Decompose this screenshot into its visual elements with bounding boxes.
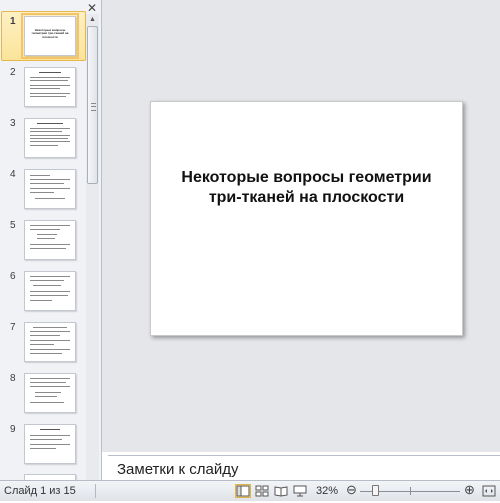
slide-number: 3 (10, 118, 16, 129)
slideshow-button[interactable] (292, 484, 308, 498)
slide-preview[interactable] (24, 67, 76, 107)
slide-thumbnail-9[interactable]: 9 (0, 424, 84, 468)
thumbnail-scrollbar[interactable]: ▲ (86, 14, 99, 480)
slideshow-icon (293, 485, 307, 497)
slide-thumbnail-8[interactable]: 8 (0, 373, 84, 417)
slide-preview[interactable] (24, 220, 76, 260)
slide-sorter-button[interactable] (254, 484, 270, 498)
slide-thumbnail-6[interactable]: 6 (0, 271, 84, 315)
scrollbar-thumb[interactable] (87, 26, 98, 184)
slide-thumbnail-3[interactable]: 3 (0, 118, 84, 162)
slide-preview[interactable] (24, 271, 76, 311)
zoom-in-button[interactable]: ⊕ (464, 482, 475, 498)
current-slide[interactable]: Некоторые вопросы геометрии три-тканей н… (150, 101, 463, 336)
slide-preview-title: Некоторые вопросы геометрии три-тканей н… (31, 28, 69, 39)
fit-to-window-icon (482, 485, 496, 497)
status-divider (95, 484, 96, 498)
reading-view-icon (274, 486, 288, 497)
slide-number: 1 (10, 16, 16, 27)
status-bar: Слайд 1 из 15 32% ⊖ ⊕ (0, 480, 500, 501)
slide-thumbnail-2[interactable]: 2 (0, 67, 84, 111)
normal-view-icon (236, 485, 250, 497)
slide-number: 6 (10, 271, 16, 282)
slide-number: 9 (10, 424, 16, 435)
slide-sorter-icon (255, 485, 269, 497)
slide-number: 7 (10, 322, 16, 333)
grip-icon (91, 103, 96, 111)
slide-preview[interactable] (24, 373, 76, 413)
slide-number: 4 (10, 169, 16, 180)
slide-preview[interactable]: Некоторые вопросы геометрии три-тканей н… (21, 13, 79, 59)
slide-preview[interactable] (24, 322, 76, 362)
notes-placeholder[interactable]: Заметки к слайду (117, 461, 239, 478)
zoom-slider-midmark (410, 487, 411, 495)
notes-pane[interactable]: Заметки к слайду (108, 455, 500, 481)
close-pane-button[interactable]: ✕ (86, 2, 98, 14)
slide-number: 5 (10, 220, 16, 231)
slide-counter: Слайд 1 из 15 (4, 485, 76, 497)
close-icon: ✕ (86, 1, 98, 15)
slide-thumbnail-4[interactable]: 4 (0, 169, 84, 213)
slide-thumbnail-1[interactable]: 1 Некоторые вопросы геометрии три-тканей… (0, 13, 84, 60)
reading-view-button[interactable] (273, 484, 289, 498)
slide-preview[interactable] (24, 424, 76, 464)
slide-number: 8 (10, 373, 16, 384)
fit-to-window-button[interactable] (482, 484, 496, 498)
slide-preview[interactable] (24, 169, 76, 209)
slide-number: 2 (10, 67, 16, 78)
normal-view-button[interactable] (235, 484, 251, 498)
zoom-out-button[interactable]: ⊖ (346, 482, 357, 498)
slide-editing-area: Некоторые вопросы геометрии три-тканей н… (102, 0, 500, 452)
zoom-percentage[interactable]: 32% (316, 485, 338, 497)
zoom-slider-handle[interactable] (372, 485, 379, 496)
scroll-up-icon[interactable]: ▲ (86, 14, 99, 25)
slide-thumbnail-5[interactable]: 5 (0, 220, 84, 264)
slide-thumbnail-7[interactable]: 7 (0, 322, 84, 366)
slide-title[interactable]: Некоторые вопросы геометрии три-тканей н… (171, 168, 442, 208)
slide-preview[interactable] (24, 118, 76, 158)
